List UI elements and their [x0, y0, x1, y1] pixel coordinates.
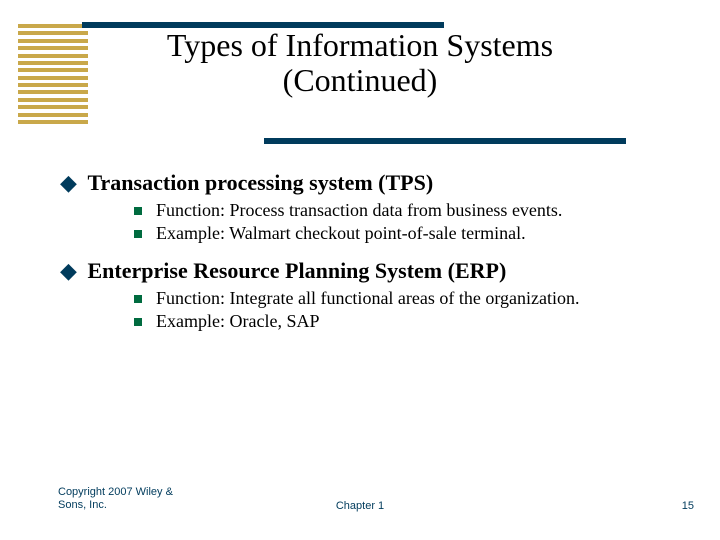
title-rule-bottom	[264, 138, 626, 144]
footer-chapter: Chapter 1	[0, 500, 720, 512]
sub-bullet-item: Function: Process transaction data from …	[134, 200, 680, 221]
diamond-bullet-icon: ◆	[60, 170, 82, 196]
square-bullet-icon	[134, 207, 142, 215]
sub-bullet-item: Function: Integrate all functional areas…	[134, 288, 680, 309]
footer-page-number: 15	[682, 500, 694, 512]
sub-bullet-text: Function: Integrate all functional areas…	[156, 288, 680, 309]
content-area: ◆ Transaction processing system (TPS) Fu…	[60, 170, 680, 346]
bullet-item: ◆ Transaction processing system (TPS)	[60, 170, 680, 196]
bullet-heading: Transaction processing system (TPS)	[88, 170, 434, 195]
sub-bullet-item: Example: Walmart checkout point-of-sale …	[134, 223, 680, 244]
sub-bullet-group: Function: Integrate all functional areas…	[134, 288, 680, 332]
square-bullet-icon	[134, 230, 142, 238]
slide-title: Types of Information Systems (Continued)	[0, 28, 720, 98]
diamond-bullet-icon: ◆	[60, 258, 82, 284]
title-line-1: Types of Information Systems	[167, 27, 553, 63]
title-line-2: (Continued)	[283, 62, 438, 98]
sub-bullet-text: Example: Oracle, SAP	[156, 311, 680, 332]
square-bullet-icon	[134, 295, 142, 303]
bullet-item: ◆ Enterprise Resource Planning System (E…	[60, 258, 680, 284]
bullet-heading: Enterprise Resource Planning System (ERP…	[88, 258, 507, 283]
sub-bullet-item: Example: Oracle, SAP	[134, 311, 680, 332]
sub-bullet-group: Function: Process transaction data from …	[134, 200, 680, 244]
sub-bullet-text: Example: Walmart checkout point-of-sale …	[156, 223, 680, 244]
sub-bullet-text: Function: Process transaction data from …	[156, 200, 680, 221]
square-bullet-icon	[134, 318, 142, 326]
